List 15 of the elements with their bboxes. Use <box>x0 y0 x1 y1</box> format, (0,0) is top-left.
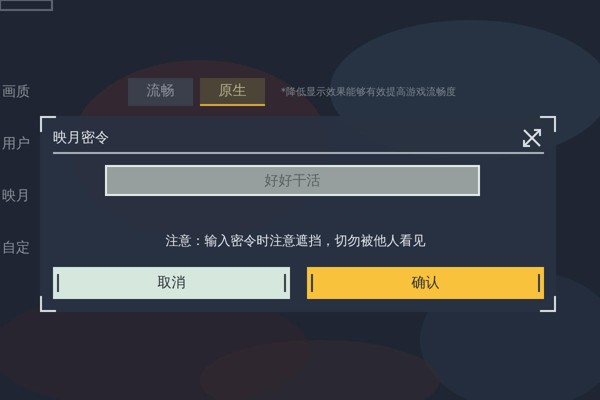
corner-bracket <box>40 116 56 132</box>
notice-text: 注意：输入密令时注意遮挡，切勿被他人看见 <box>166 233 426 250</box>
cancel-button[interactable]: 取消 <box>53 267 290 299</box>
quality-hint: *降低显示效果能够有效提高游戏流畅度 <box>281 86 456 99</box>
confirm-button[interactable]: 确认 <box>307 267 544 299</box>
setting-label: 映月 <box>1 187 31 205</box>
close-icon[interactable] <box>522 128 542 148</box>
corner-bracket <box>540 116 556 132</box>
setting-label: 自定 <box>1 239 31 257</box>
setting-label: 画质 <box>1 83 31 101</box>
password-field[interactable]: 好好干活 <box>105 165 480 196</box>
dialog-title: 映月密令 <box>53 129 109 147</box>
setting-label: 用户 <box>1 135 31 153</box>
quality-option[interactable]: 流畅 <box>128 78 193 106</box>
quality-option[interactable]: 原生 <box>200 78 265 106</box>
